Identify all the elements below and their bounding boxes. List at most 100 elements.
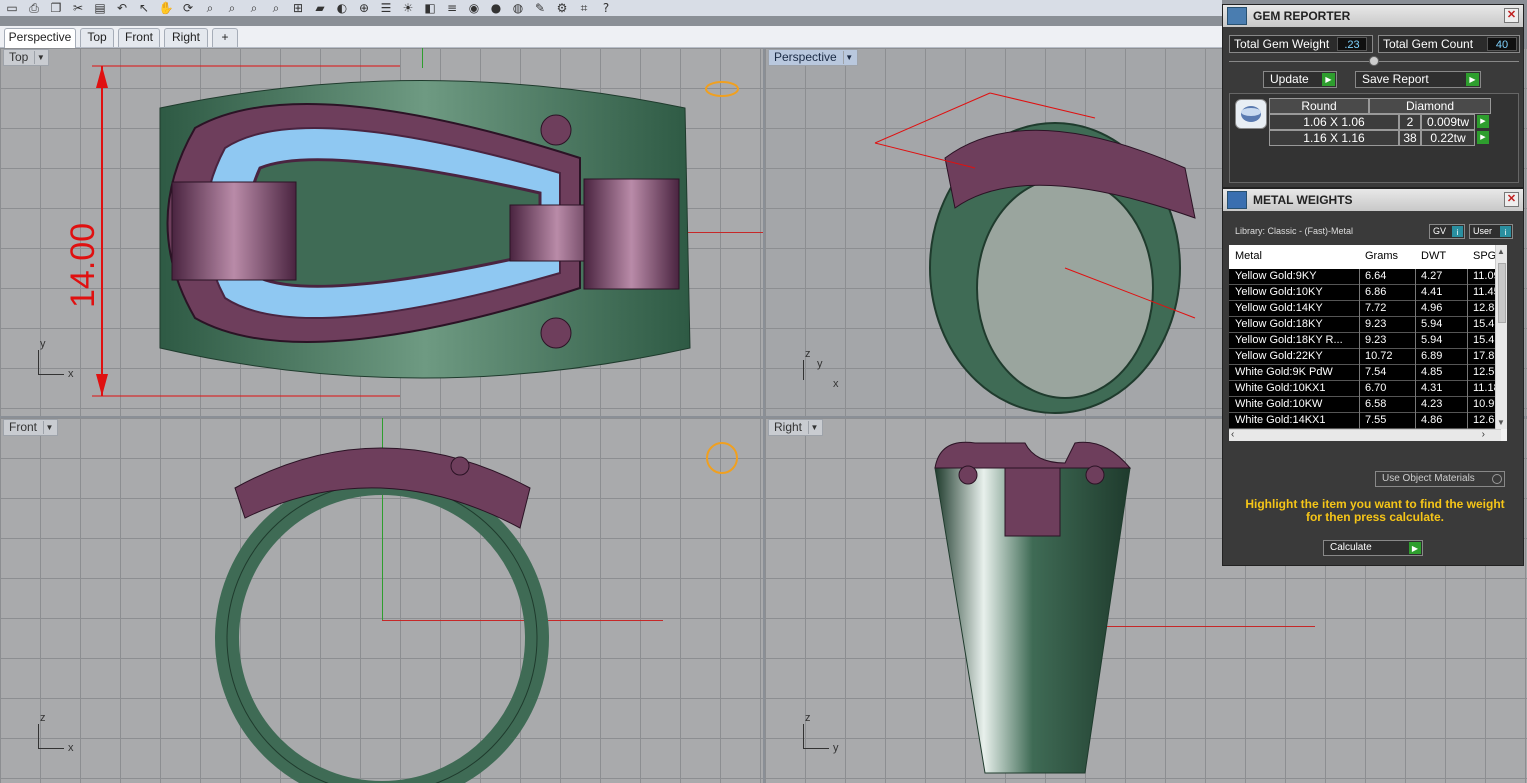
panel-title-bar: METAL WEIGHTS ✕ [1223, 189, 1523, 211]
play-icon[interactable]: ▶ [1477, 115, 1489, 128]
total-gem-count-value: 40 [1487, 37, 1517, 51]
viewport-label-right[interactable]: Right ▼ [768, 419, 824, 436]
gem-count-cell[interactable]: 38 [1399, 130, 1421, 146]
print-icon[interactable]: ⎙ [24, 0, 44, 16]
top-viewport[interactable]: 14.00 Top ▼ yx [0, 48, 763, 416]
new-icon[interactable]: ▭ [2, 0, 22, 16]
shade-icon[interactable]: ◐ [332, 0, 352, 16]
chevron-down-icon[interactable]: ▼ [1497, 418, 1505, 427]
gem-tw-cell[interactable]: 0.009tw [1421, 114, 1475, 130]
viewport-label-front[interactable]: Front ▼ [3, 419, 59, 436]
vertical-scrollbar[interactable]: ▲ ▼ [1495, 245, 1507, 429]
horizontal-scrollbar[interactable]: ‹ › [1229, 429, 1501, 441]
grams-cell: 6.86 [1365, 286, 1387, 298]
save-report-button[interactable]: Save Report ▶ [1355, 71, 1481, 88]
gem-tw-cell[interactable]: 0.22tw [1421, 130, 1475, 146]
table-row[interactable]: Yellow Gold:14KY 7.72 4.96 12.88 [1229, 301, 1501, 317]
help-icon[interactable]: ? [596, 0, 616, 16]
color-icon[interactable]: ◉ [464, 0, 484, 16]
table-row[interactable]: Yellow Gold:10KY 6.86 4.41 11.45 [1229, 285, 1501, 301]
osnap-icon[interactable]: ⊕ [354, 0, 374, 16]
grams-cell: 7.54 [1365, 366, 1387, 378]
viewport-label-top[interactable]: Top ▼ [3, 49, 50, 66]
column-divider [1359, 365, 1360, 381]
dwt-cell: 5.94 [1421, 334, 1443, 346]
car-icon[interactable]: ▰ [310, 0, 330, 16]
paste-icon[interactable]: ▤ [90, 0, 110, 16]
gem-size-cell[interactable]: 1.06 X 1.06 [1269, 114, 1399, 130]
grams-cell: 6.70 [1365, 382, 1387, 394]
tab-perspective[interactable]: Perspective [4, 28, 76, 48]
dwt-cell: 5.94 [1421, 318, 1443, 330]
undo-icon[interactable]: ↶ [112, 0, 132, 16]
table-row[interactable]: White Gold:10KW 6.58 4.23 10.99 [1229, 397, 1501, 413]
properties-icon[interactable]: ☰ [376, 0, 396, 16]
pan-icon[interactable]: ✋ [156, 0, 176, 16]
chevron-up-icon[interactable]: ▲ [1497, 247, 1505, 256]
scrollbar-thumb[interactable] [1498, 263, 1506, 323]
chevron-left-icon[interactable]: ‹ [1231, 429, 1234, 440]
chevron-down-icon[interactable]: ▼ [34, 51, 46, 64]
front-viewport[interactable]: Front ▼ zx [0, 418, 763, 783]
update-button[interactable]: Update ▶ [1263, 71, 1337, 88]
radio-icon [1492, 474, 1502, 484]
gv-toggle[interactable]: GV i [1429, 224, 1465, 239]
table-row[interactable]: Yellow Gold:18KY R... 9.23 5.94 15.41 [1229, 333, 1501, 349]
column-divider [1359, 413, 1360, 429]
table-row[interactable]: White Gold:10KX1 6.70 4.31 11.18 [1229, 381, 1501, 397]
chevron-down-icon[interactable]: ▼ [808, 421, 820, 434]
zoom-window-icon[interactable]: ⌕ [222, 0, 242, 16]
slider-handle[interactable] [1369, 56, 1379, 66]
tab-front[interactable]: Front [118, 28, 160, 47]
column-divider [1467, 397, 1468, 413]
table-row[interactable]: White Gold:14KX1 7.55 4.86 12.61 [1229, 413, 1501, 429]
rotate-icon[interactable]: ⟳ [178, 0, 198, 16]
cut-icon[interactable]: ✂ [68, 0, 88, 16]
tab-right[interactable]: Right [164, 28, 208, 47]
lightbulb-icon[interactable]: ☀ [398, 0, 418, 16]
column-divider [1415, 285, 1416, 301]
play-icon: ▶ [1466, 73, 1479, 86]
viewport-tab-bar: Perspective Top Front Right + [0, 26, 1222, 48]
table-row[interactable]: White Gold:9K PdW 7.54 4.85 12.59 [1229, 365, 1501, 381]
gear-icon[interactable]: ⚙ [552, 0, 572, 16]
calculate-button[interactable]: Calculate ▶ [1323, 540, 1423, 556]
gem-size-cell[interactable]: 1.16 X 1.16 [1269, 130, 1399, 146]
viewport-layout-icon[interactable]: ⊞ [288, 0, 308, 16]
metal-weights-table[interactable]: Metal Grams DWT SPG Yellow Gold:9KY 6.64 4… [1229, 245, 1507, 441]
dwt-cell: 6.89 [1421, 350, 1443, 362]
tab-top[interactable]: Top [80, 28, 114, 47]
table-row[interactable]: Yellow Gold:22KY 10.72 6.89 17.89 [1229, 349, 1501, 365]
copy-icon[interactable]: ❐ [46, 0, 66, 16]
material-icon[interactable]: ◧ [420, 0, 440, 16]
play-icon[interactable]: ▶ [1477, 131, 1489, 144]
sphere-icon[interactable]: ● [486, 0, 506, 16]
chevron-down-icon[interactable]: ▼ [43, 421, 55, 434]
column-divider [1467, 269, 1468, 285]
zoom-icon[interactable]: ⌕ [200, 0, 220, 16]
chevron-right-icon[interactable]: › [1482, 429, 1485, 440]
gem-count-cell[interactable]: 2 [1399, 114, 1421, 130]
add-tab-button[interactable]: + [212, 28, 238, 47]
wire-icon[interactable]: ⌗ [574, 0, 594, 16]
select-icon[interactable]: ↖ [134, 0, 154, 16]
close-icon[interactable]: ✕ [1504, 192, 1519, 207]
metal-name-cell: Yellow Gold:10KY [1235, 286, 1323, 298]
layer-icon[interactable]: ≡ [442, 0, 462, 16]
column-divider [1359, 285, 1360, 301]
render-icon[interactable]: ◍ [508, 0, 528, 16]
user-toggle[interactable]: User i [1469, 224, 1513, 239]
viewport-label-perspective[interactable]: Perspective ▼ [768, 49, 858, 66]
metal-name-cell: White Gold:14KX1 [1235, 414, 1326, 426]
table-row[interactable]: Yellow Gold:9KY 6.64 4.27 11.09 [1229, 269, 1501, 285]
use-object-materials-toggle[interactable]: Use Object Materials [1375, 471, 1505, 487]
table-row[interactable]: Yellow Gold:18KY 9.23 5.94 15.41 [1229, 317, 1501, 333]
zoom-selected-icon[interactable]: ⌕ [266, 0, 286, 16]
metal-name-cell: White Gold:9K PdW [1235, 366, 1333, 378]
chevron-down-icon[interactable]: ▼ [842, 51, 855, 64]
column-divider [1415, 349, 1416, 365]
pencil-icon[interactable]: ✎ [530, 0, 550, 16]
column-divider [1467, 349, 1468, 365]
close-icon[interactable]: ✕ [1504, 8, 1519, 23]
zoom-extents-icon[interactable]: ⌕ [244, 0, 264, 16]
